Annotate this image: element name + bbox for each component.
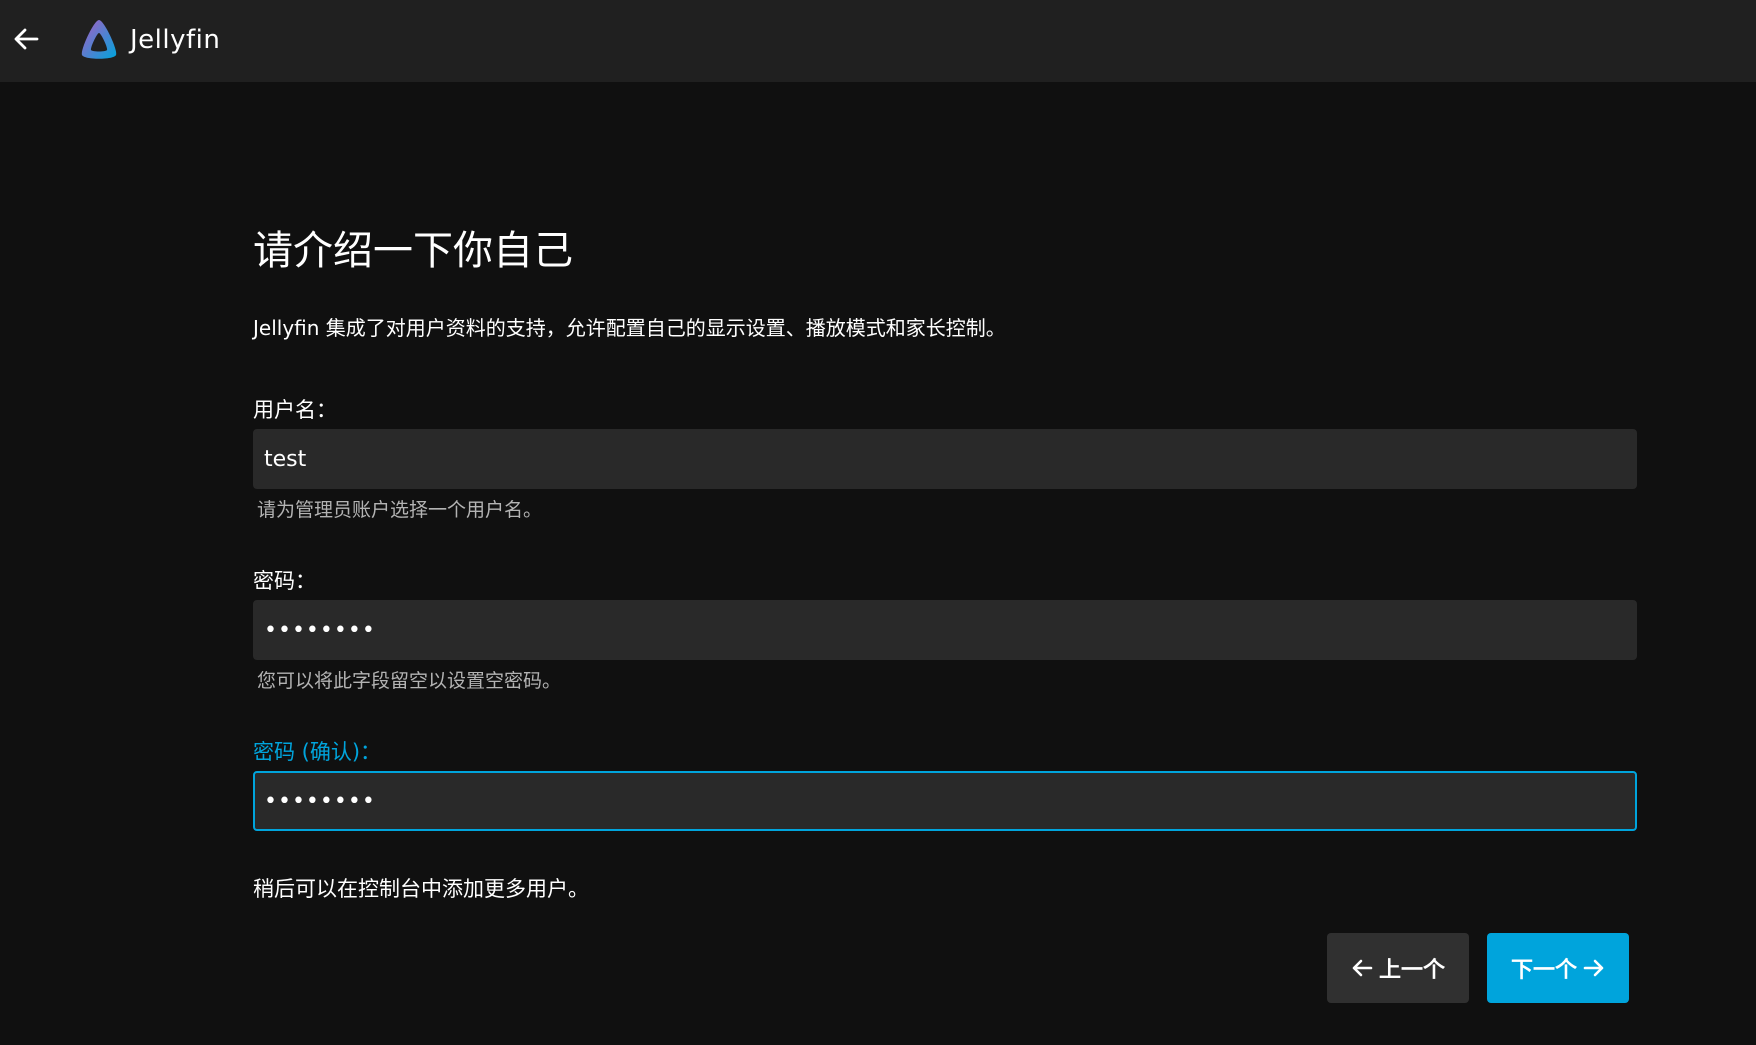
password-confirm-input[interactable] bbox=[253, 771, 1637, 831]
arrow-right-icon bbox=[1583, 959, 1604, 977]
back-button[interactable] bbox=[6, 16, 46, 62]
next-button[interactable]: 下一个 bbox=[1487, 933, 1629, 1003]
add-users-note: 稍后可以在控制台中添加更多用户。 bbox=[253, 877, 589, 901]
app-logo[interactable]: Jellyfin bbox=[76, 15, 220, 65]
intro-text: Jellyfin 集成了对用户资料的支持，允许配置自己的显示设置、播放模式和家长… bbox=[253, 316, 1006, 340]
username-input[interactable] bbox=[253, 429, 1637, 489]
arrow-left-icon bbox=[14, 28, 39, 50]
app-name: Jellyfin bbox=[130, 25, 221, 55]
password-label: 密码： bbox=[253, 569, 316, 593]
jellyfin-logo-icon bbox=[81, 20, 117, 59]
previous-button-label: 上一个 bbox=[1378, 958, 1445, 983]
username-label: 用户名： bbox=[253, 398, 337, 422]
password-input[interactable] bbox=[253, 600, 1637, 660]
app-header: Jellyfin bbox=[0, 0, 1756, 82]
page-title: 请介绍一下你自己 bbox=[253, 228, 573, 274]
password-hint: 您可以将此字段留空以设置空密码。 bbox=[257, 670, 562, 692]
username-hint: 请为管理员账户选择一个用户名。 bbox=[257, 499, 543, 521]
password-confirm-label: 密码 (确认)： bbox=[253, 740, 382, 764]
next-button-label: 下一个 bbox=[1510, 958, 1577, 983]
previous-button[interactable]: 上一个 bbox=[1327, 933, 1469, 1003]
arrow-left-icon bbox=[1352, 959, 1373, 977]
